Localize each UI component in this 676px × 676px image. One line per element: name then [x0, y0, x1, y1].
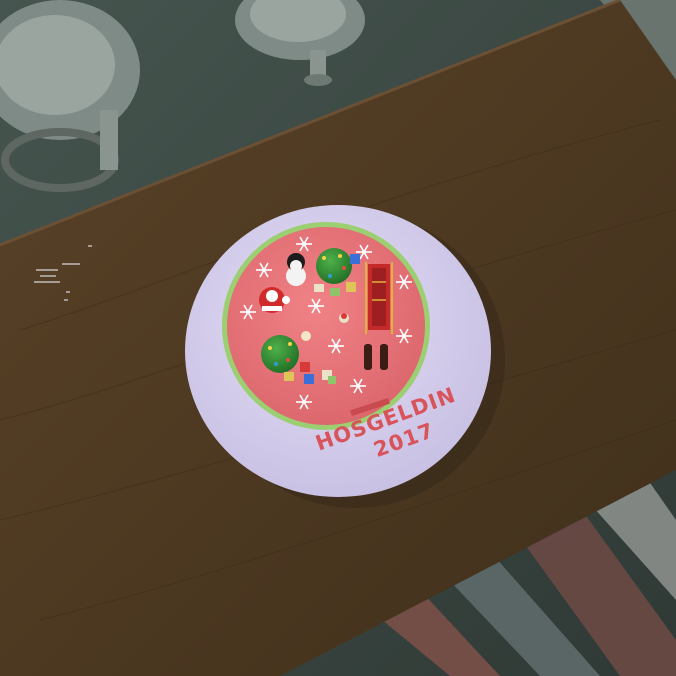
- scene-canvas: HOSGELDIN 2017: [0, 0, 676, 676]
- christmas-tree-1: [316, 248, 352, 284]
- game-viewport: HOSGELDIN 2017: [0, 0, 676, 676]
- snowman-topper: [286, 253, 306, 286]
- sleigh-topper: [365, 262, 393, 334]
- christmas-tree-2: [261, 335, 299, 373]
